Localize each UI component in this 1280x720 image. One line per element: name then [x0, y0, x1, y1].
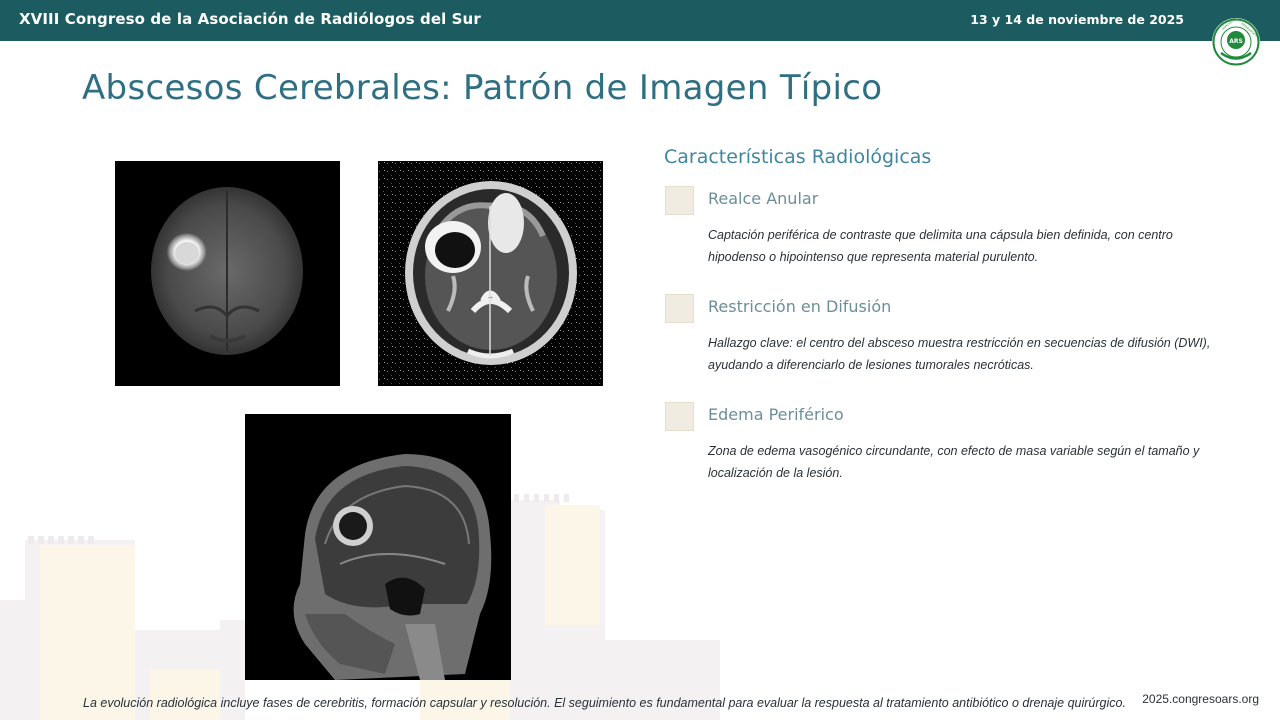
feature-title-restriccion-difusion: Restricción en Difusión — [708, 297, 892, 316]
slide-title: Abscesos Cerebrales: Patrón de Imagen Tí… — [82, 68, 883, 108]
footer-note: La evolución radiológica incluye fases d… — [83, 696, 1126, 710]
footer-url[interactable]: 2025.congresoars.org — [1142, 692, 1259, 706]
logo-center-text: ARS — [1229, 38, 1243, 45]
feature-description-edema-periferico: Zona de edema vasogénico circundante, co… — [708, 444, 1200, 480]
brain-scan-icon — [115, 161, 340, 386]
congress-date: 13 y 14 de noviembre de 2025 — [970, 12, 1184, 27]
feature-description-realce-anular: Captación periférica de contraste que de… — [708, 228, 1173, 264]
header-bar: XVIII Congreso de la Asociación de Radió… — [0, 0, 1280, 41]
mri-axial-dwi-image — [115, 161, 340, 386]
features-section-title: Características Radiológicas — [664, 146, 932, 168]
feature-title-edema-periferico: Edema Periférico — [708, 405, 844, 424]
feature-title-realce-anular: Realce Anular — [708, 189, 819, 208]
feature-description-restriccion-difusion: Hallazgo clave: el centro del absceso mu… — [708, 336, 1211, 372]
logo-bottom-text: SUR — [1232, 60, 1240, 64]
feature-marker-icon — [665, 186, 694, 215]
brain-scan-icon — [245, 414, 511, 680]
brain-scan-icon — [378, 161, 603, 386]
mri-sagittal-image — [245, 414, 511, 680]
feature-marker-icon — [665, 294, 694, 323]
feature-marker-icon — [665, 402, 694, 431]
congress-title: XVIII Congreso de la Asociación de Radió… — [19, 10, 481, 28]
mri-axial-adc-image — [378, 161, 603, 386]
ars-logo-icon: ARS SUR ASOCIACIÓN RADIÓLOGOS — [1212, 17, 1260, 66]
